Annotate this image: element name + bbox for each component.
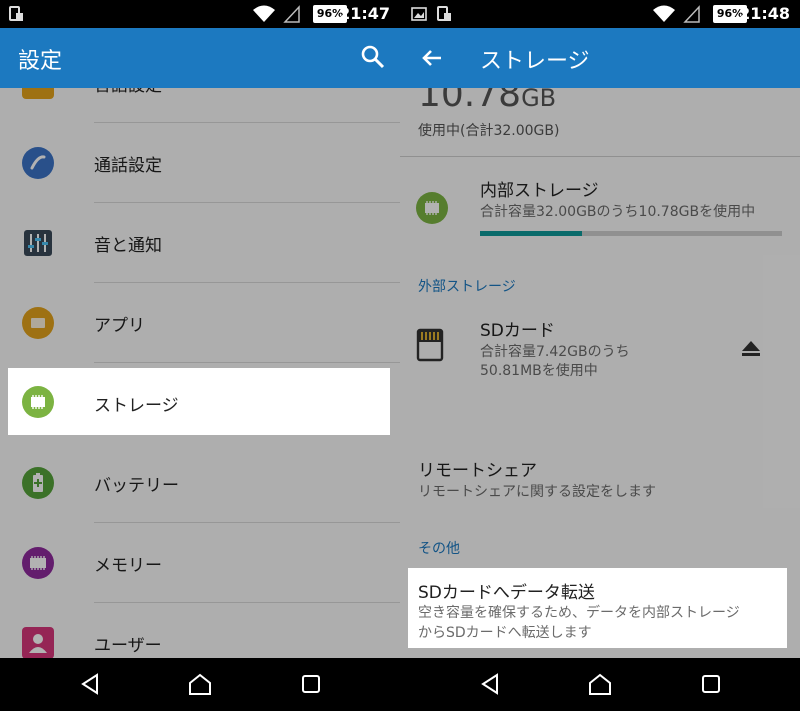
list-item-memory[interactable]: メモリー (0, 523, 400, 603)
item-label: メモリー (94, 556, 162, 576)
phone-icon (22, 147, 54, 179)
transfer-line2: からSDカードへ転送します (418, 625, 592, 641)
battery-icon (22, 467, 54, 499)
equalizer-icon (22, 227, 54, 259)
storage-icon (22, 386, 54, 418)
remote-share-subtitle: リモートシェアに関する設定をします (418, 484, 656, 500)
status-time: 21:48 (739, 4, 790, 23)
notification-icon (437, 6, 451, 21)
user-icon (22, 627, 54, 658)
recent-apps-nav-icon[interactable] (699, 672, 723, 696)
list-item-storage[interactable]: ストレージ (8, 368, 390, 435)
sdcard-line1: 合計容量7.42GBのうち (480, 344, 630, 360)
home-nav-icon[interactable] (187, 672, 213, 696)
internal-storage-subtitle: 合計容量32.00GBのうち10.78GBを使用中 (480, 204, 756, 220)
item-label: ストレージ (94, 396, 179, 416)
status-bar: 96% 21:47 (0, 0, 400, 28)
item-label: ユーザー (94, 636, 162, 656)
list-item-users[interactable]: ユーザー (0, 603, 400, 658)
item-label: 音と通知 (94, 236, 162, 256)
item-label: バッテリー (94, 476, 179, 496)
transfer-line1: 空き容量を確保するため、データを内部ストレージ (418, 605, 740, 621)
remote-share-title: リモートシェア (418, 461, 537, 481)
list-item-apps[interactable]: アプリ (0, 283, 400, 363)
back-nav-icon[interactable] (478, 672, 502, 696)
storage-usage-fill (480, 231, 582, 236)
sdcard-icon (416, 328, 444, 362)
item-label: アプリ (94, 316, 145, 336)
signal-icon (683, 5, 700, 23)
app-bar: ストレージ (400, 28, 800, 88)
sdcard-line2: 50.81MBを使用中 (480, 363, 598, 379)
settings-screen: 96% 21:47 設定 言語設定 通話設定 (0, 0, 400, 711)
sdcard-title: SDカード (480, 321, 555, 341)
storage-screen: 96% 21:48 ストレージ 10.78GB 使用中(合計32.00GB) 内… (400, 0, 800, 711)
language-icon (22, 88, 54, 99)
status-bar: 96% 21:48 (400, 0, 800, 28)
storage-usage-bar (480, 231, 782, 236)
divider (400, 156, 800, 157)
page-title: 設定 (18, 49, 63, 74)
image-notification-icon (411, 7, 427, 21)
wifi-icon (653, 5, 675, 22)
nav-bar (0, 658, 400, 711)
memory-icon (22, 547, 54, 579)
transfer-title: SDカードへデータ転送 (418, 583, 595, 603)
app-icon (22, 307, 54, 339)
used-caption: 使用中(合計32.00GB) (418, 123, 560, 139)
used-total: 10.78GB (418, 88, 557, 115)
back-arrow-icon[interactable] (420, 46, 444, 70)
storage-icon (416, 192, 448, 224)
nav-bar (400, 658, 800, 711)
list-item-language[interactable]: 言語設定 (0, 88, 400, 123)
back-nav-icon[interactable] (78, 672, 102, 696)
page-title: ストレージ (480, 49, 590, 74)
app-bar: 設定 (0, 28, 400, 88)
signal-icon (283, 5, 300, 23)
list-item-sound-notification[interactable]: 音と通知 (0, 203, 400, 283)
sdcard-transfer-item[interactable]: SDカードへデータ転送 空き容量を確保するため、データを内部ストレージ からSD… (408, 568, 787, 648)
item-label: 通話設定 (94, 156, 162, 176)
wifi-icon (253, 5, 275, 22)
external-storage-header: 外部ストレージ (418, 279, 516, 295)
other-section-header: その他 (418, 541, 460, 557)
notification-icon (9, 6, 23, 21)
list-item-call-settings[interactable]: 通話設定 (0, 123, 400, 203)
list-item-battery[interactable]: バッテリー (0, 443, 400, 523)
recent-apps-nav-icon[interactable] (299, 672, 323, 696)
search-icon[interactable] (360, 44, 386, 70)
internal-storage-title: 内部ストレージ (480, 181, 599, 201)
home-nav-icon[interactable] (587, 672, 613, 696)
eject-icon[interactable] (740, 338, 762, 358)
status-time: 21:47 (339, 4, 390, 23)
